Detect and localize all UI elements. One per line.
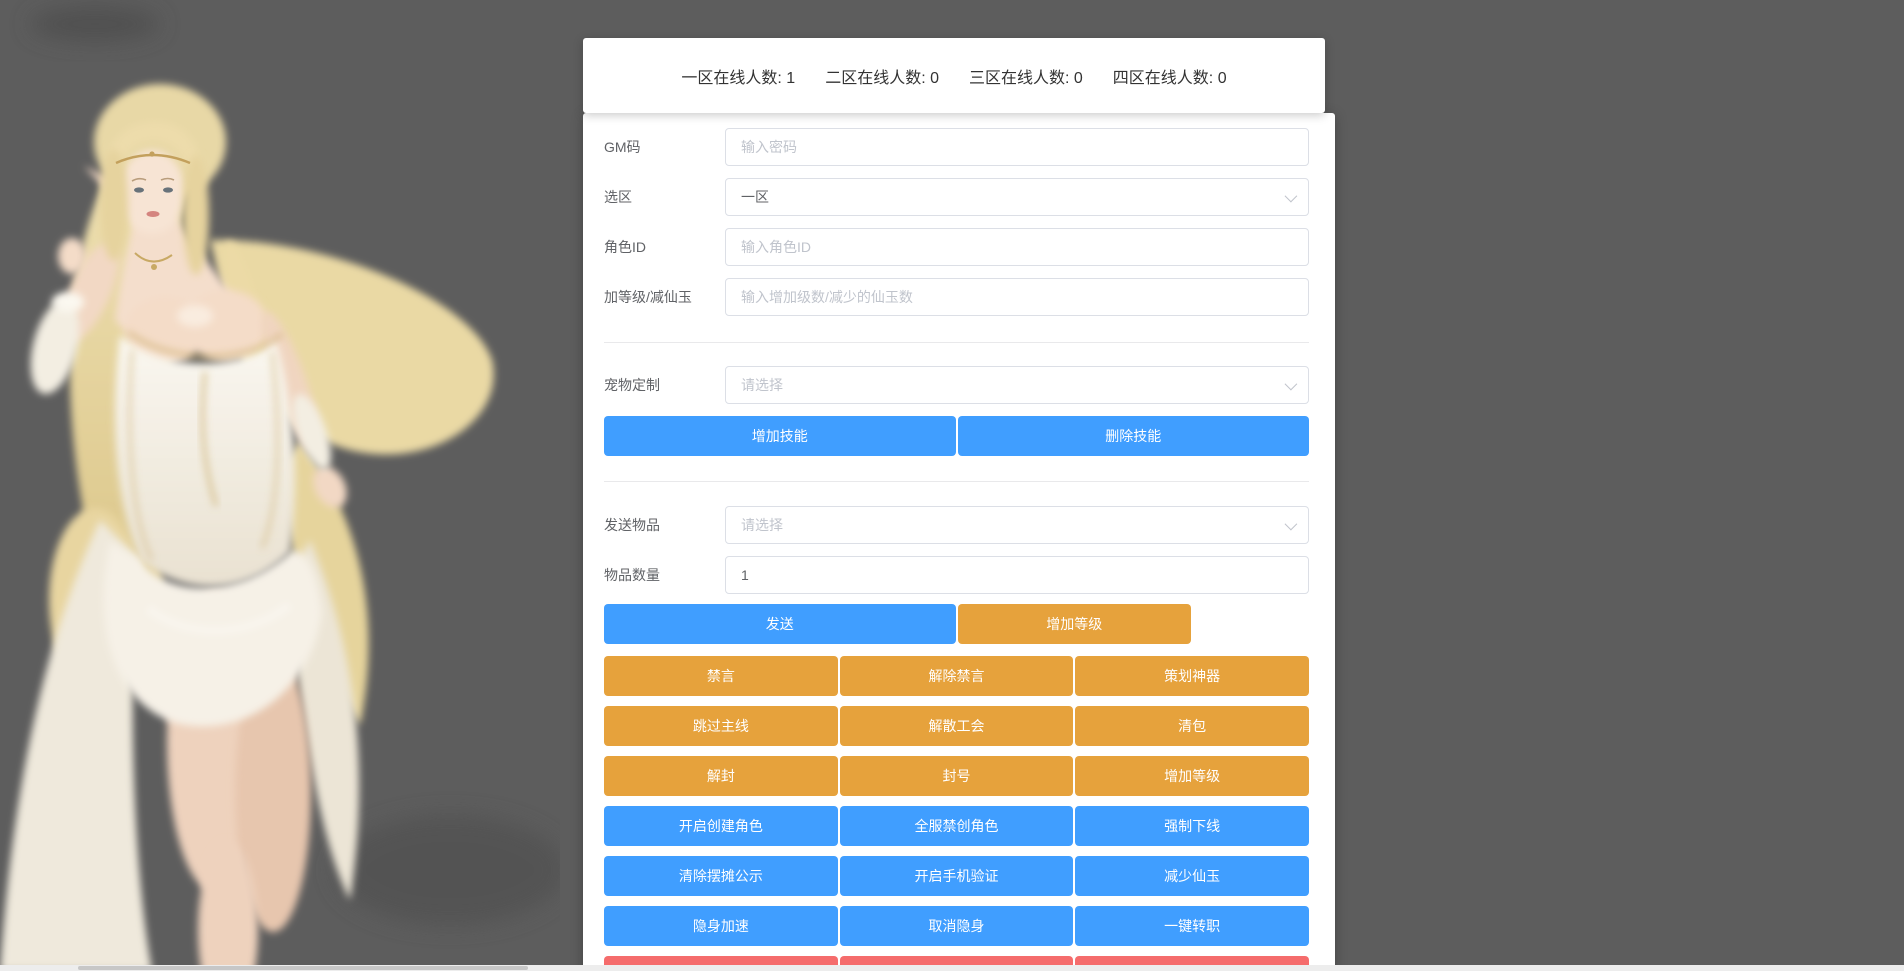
unban-button[interactable]: 解封 [604, 756, 838, 796]
button-row: 隐身加速 取消隐身 一键转职 [604, 906, 1309, 946]
ban-button[interactable]: 封号 [840, 756, 1074, 796]
send-item-row: 发送物品 请选择 [604, 506, 1309, 544]
send-item-select[interactable]: 请选择 [725, 506, 1309, 544]
button-row: 跳过主线 解散工会 清包 [604, 706, 1309, 746]
zone2-online-count: 二区在线人数: 0 [825, 64, 939, 88]
role-id-label: 角色ID [604, 237, 725, 257]
stealth-speed-button[interactable]: 隐身加速 [604, 906, 838, 946]
character-artwork [0, 0, 560, 971]
send-item-label: 发送物品 [604, 515, 725, 535]
reduce-jade-button[interactable]: 减少仙玉 [1075, 856, 1309, 896]
item-count-input-wrap [725, 556, 1309, 594]
horizontal-scrollbar-thumb[interactable] [78, 966, 528, 970]
role-id-input-wrap [725, 228, 1309, 266]
zone3-online-count: 三区在线人数: 0 [969, 64, 1083, 88]
gm-code-label: GM码 [604, 137, 725, 157]
section-divider-2 [604, 481, 1309, 482]
button-row: 解封 封号 增加等级 [604, 756, 1309, 796]
pet-custom-row: 宠物定制 请选择 [604, 366, 1309, 404]
item-count-row: 物品数量 [604, 556, 1309, 594]
gm-tool-panel: GM码 选区 一区 角色ID 加等级/减仙玉 宠物定 [583, 113, 1335, 971]
level-jade-label: 加等级/减仙玉 [604, 287, 725, 307]
ban-create-role-all-button[interactable]: 全服禁创角色 [840, 806, 1074, 846]
phone-verify-button[interactable]: 开启手机验证 [840, 856, 1074, 896]
level-jade-input[interactable] [741, 289, 1278, 305]
button-row: 禁言 解除禁言 策划神器 [604, 656, 1309, 696]
role-id-input[interactable] [741, 239, 1278, 255]
zone4-online-count: 四区在线人数: 0 [1113, 64, 1227, 88]
cancel-stealth-button[interactable]: 取消隐身 [840, 906, 1074, 946]
mute-button[interactable]: 禁言 [604, 656, 838, 696]
force-offline-button[interactable]: 强制下线 [1075, 806, 1309, 846]
pet-custom-placeholder: 请选择 [741, 375, 783, 395]
button-row: 开启创建角色 全服禁创角色 强制下线 [604, 806, 1309, 846]
item-count-input[interactable] [741, 567, 1278, 583]
level-jade-row: 加等级/减仙玉 [604, 278, 1309, 316]
gm-code-row: GM码 [604, 128, 1309, 166]
gm-code-input[interactable] [741, 139, 1278, 155]
zone1-online-count: 一区在线人数: 1 [681, 64, 795, 88]
item-count-label: 物品数量 [604, 565, 725, 585]
pet-custom-label: 宠物定制 [604, 375, 725, 395]
planner-artifact-button[interactable]: 策划神器 [1075, 656, 1309, 696]
class-change-button[interactable]: 一键转职 [1075, 906, 1309, 946]
gm-code-input-wrap [725, 128, 1309, 166]
unmute-button[interactable]: 解除禁言 [840, 656, 1074, 696]
horizontal-scrollbar[interactable] [0, 965, 1904, 971]
pet-custom-select[interactable]: 请选择 [725, 366, 1309, 404]
chevron-down-icon [1285, 190, 1298, 203]
disband-guild-button[interactable]: 解散工会 [840, 706, 1074, 746]
button-row: 清除摆摊公示 开启手机验证 减少仙玉 [604, 856, 1309, 896]
zone-select-value: 一区 [741, 187, 769, 207]
remove-skill-button[interactable]: 删除技能 [958, 416, 1310, 456]
add-level-button-2[interactable]: 增加等级 [1075, 756, 1309, 796]
chevron-down-icon [1285, 378, 1298, 391]
section-divider-1 [604, 342, 1309, 343]
zone-select[interactable]: 一区 [725, 178, 1309, 216]
zone-row: 选区 一区 [604, 178, 1309, 216]
skip-mainline-button[interactable]: 跳过主线 [604, 706, 838, 746]
online-count-bar: 一区在线人数: 1 二区在线人数: 0 三区在线人数: 0 四区在线人数: 0 [583, 38, 1325, 113]
clear-stall-notice-button[interactable]: 清除摆摊公示 [604, 856, 838, 896]
level-jade-input-wrap [725, 278, 1309, 316]
send-button[interactable]: 发送 [604, 604, 956, 644]
chevron-down-icon [1285, 518, 1298, 531]
add-level-button[interactable]: 增加等级 [958, 604, 1192, 644]
enable-create-role-button[interactable]: 开启创建角色 [604, 806, 838, 846]
skill-button-row: 增加技能 删除技能 [604, 416, 1309, 456]
zone-label: 选区 [604, 187, 725, 207]
send-button-row: 发送 增加等级 [604, 604, 1309, 644]
clear-bag-button[interactable]: 清包 [1075, 706, 1309, 746]
add-skill-button[interactable]: 增加技能 [604, 416, 956, 456]
role-id-row: 角色ID [604, 228, 1309, 266]
send-item-placeholder: 请选择 [741, 515, 783, 535]
